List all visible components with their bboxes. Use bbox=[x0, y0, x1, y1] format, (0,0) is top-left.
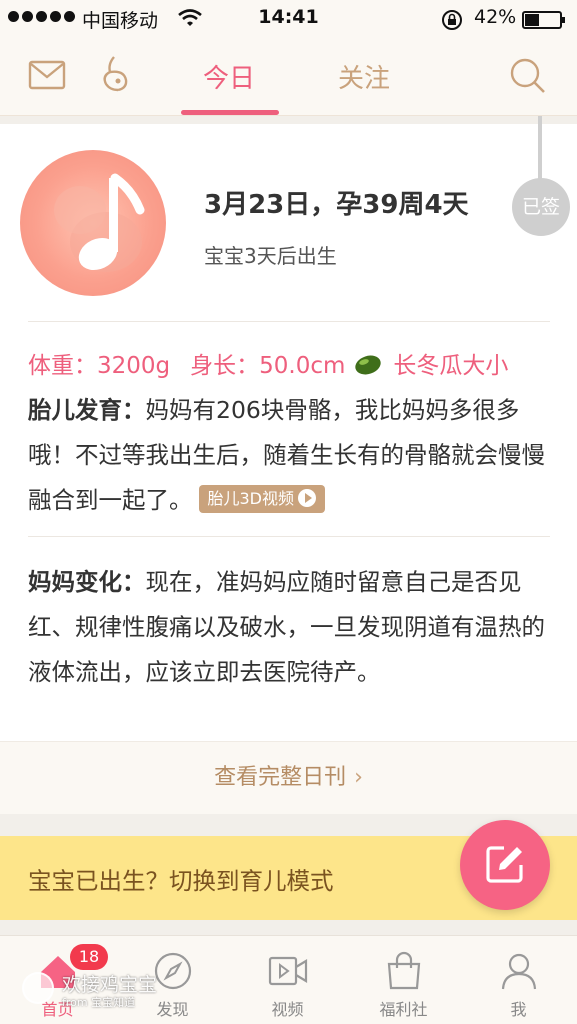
watermark-line1: 欢接鸡宝宝 bbox=[62, 974, 158, 996]
fetal-3d-video-button[interactable]: 胎儿3D视频 bbox=[198, 485, 326, 513]
tab-today[interactable]: 今日 bbox=[174, 58, 284, 95]
tab-welfare-label: 福利社 bbox=[379, 1000, 428, 1019]
mail-icon[interactable] bbox=[28, 60, 66, 94]
mom-changes-lead: 妈妈变化： bbox=[28, 568, 146, 596]
baby-metrics: 体重：3200g 身长：50.0cm 长冬瓜大小 bbox=[28, 346, 508, 382]
watermark-line2: from 宝宝知道 bbox=[62, 996, 136, 1009]
fetal-3d-video-label: 胎儿3D视频 bbox=[207, 489, 295, 508]
divider bbox=[28, 321, 550, 322]
fetus-illustration-icon bbox=[54, 173, 145, 272]
battery-icon bbox=[522, 11, 565, 29]
pregnancy-date-title: 3月23日，孕39周4天 bbox=[204, 190, 469, 220]
tab-me-label: 我 bbox=[510, 1000, 527, 1019]
play-icon bbox=[298, 489, 317, 507]
chevron-right-icon: › bbox=[354, 765, 363, 790]
battery-percent: 42% bbox=[474, 6, 517, 28]
search-icon[interactable] bbox=[508, 56, 548, 100]
status-bar: 中国移动 14:41 42% bbox=[0, 0, 577, 40]
top-nav: 今日 关注 bbox=[0, 40, 577, 116]
sign-in-button[interactable]: 已签 bbox=[512, 178, 570, 236]
shopping-bag-icon bbox=[387, 951, 421, 990]
signed-tag-string bbox=[538, 116, 542, 180]
weight-value: 体重：3200g bbox=[28, 353, 171, 379]
pregnant-mom-icon[interactable] bbox=[96, 54, 136, 98]
tab-follow[interactable]: 关注 bbox=[309, 58, 419, 95]
length-value: 身长：50.0cm bbox=[190, 353, 346, 379]
wax-gourd-icon bbox=[353, 354, 383, 382]
mom-changes-text: 妈妈变化：现在，准妈妈应随时留意自己是否见红、规律性腹痛以及破水，一旦发现阴道有… bbox=[28, 560, 552, 695]
video-icon bbox=[268, 956, 308, 986]
view-full-issue-link[interactable]: 查看完整日刊 › bbox=[0, 741, 577, 814]
tab-me[interactable]: 我 bbox=[461, 936, 576, 1024]
tab-video-label: 视频 bbox=[271, 1000, 304, 1019]
today-card: 3月23日，孕39周4天 宝宝3天后出生 已签 体重：3200g 身长：50.0c… bbox=[0, 116, 577, 814]
fetus-music-avatar[interactable] bbox=[20, 150, 166, 296]
days-until-birth: 宝宝3天后出生 bbox=[204, 244, 337, 268]
switch-banner-label: 宝宝已出生？切换到育儿模式 bbox=[28, 867, 334, 895]
person-icon bbox=[501, 953, 537, 990]
fetal-development-text: 胎儿发育：妈妈有206块骨骼，我比妈妈多很多哦！不过等我出生后，随着生长有的骨骼… bbox=[28, 388, 552, 523]
tab-welfare[interactable]: 福利社 bbox=[346, 936, 461, 1024]
watermark: 欢接鸡宝宝 from 宝宝知道 bbox=[22, 966, 192, 1016]
edit-icon bbox=[486, 846, 523, 883]
divider bbox=[28, 536, 550, 537]
active-tab-indicator bbox=[181, 110, 279, 115]
rotation-lock-icon bbox=[440, 8, 464, 37]
size-compare: 长冬瓜大小 bbox=[393, 353, 509, 379]
fetal-development-lead: 胎儿发育： bbox=[28, 396, 146, 424]
compose-fab-button[interactable] bbox=[460, 820, 550, 910]
view-full-issue-label: 查看完整日刊 bbox=[214, 765, 347, 790]
tab-video[interactable]: 视频 bbox=[230, 936, 345, 1024]
watermark-logo-icon bbox=[22, 972, 54, 1004]
